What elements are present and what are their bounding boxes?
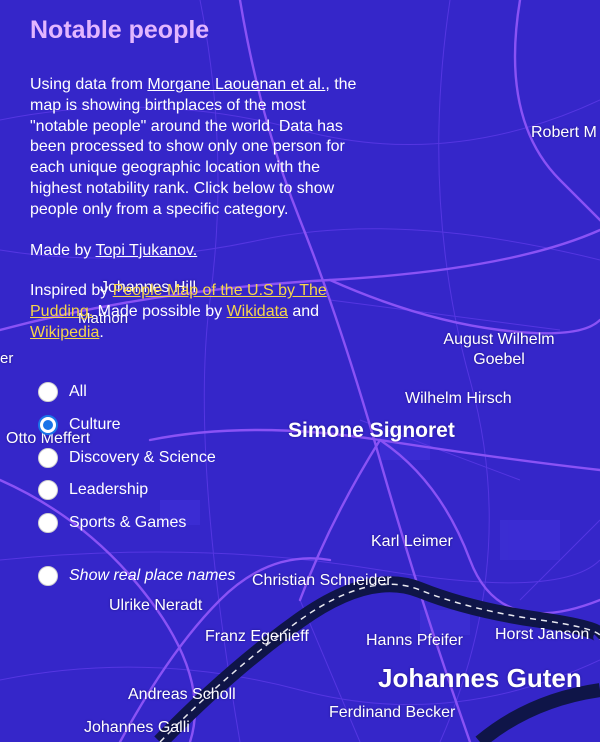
category-sports-label: Sports & Games <box>69 514 187 531</box>
category-leadership-label: Leadership <box>69 481 149 498</box>
map-label-horst-janson: Horst Janson <box>495 626 590 643</box>
source-data-link[interactable]: Morgane Laouenan et al. <box>147 76 325 93</box>
wikipedia-link[interactable]: Wikipedia <box>30 324 99 341</box>
category-culture-label: Culture <box>69 416 121 433</box>
map-label-robert: Robert M <box>531 124 597 141</box>
category-all-option[interactable]: All <box>38 382 87 402</box>
real-names-radio[interactable] <box>38 566 58 586</box>
category-leadership-radio[interactable] <box>38 480 58 500</box>
map-label-wilhelm-hirsch: Wilhelm Hirsch <box>405 390 512 407</box>
category-culture-radio[interactable] <box>38 415 58 435</box>
category-discovery-option[interactable]: Discovery & Science <box>38 448 216 468</box>
author-link[interactable]: Topi Tjukanov. <box>96 242 198 259</box>
made-by-line: Made by Topi Tjukanov. <box>30 241 360 262</box>
made-possible-text: Made possible by <box>93 303 227 321</box>
category-all-radio[interactable] <box>38 382 58 402</box>
category-leadership-option[interactable]: Leadership <box>38 480 148 500</box>
map-label-johannes-galli: Johannes Galli <box>84 719 190 736</box>
inspired-by-line: Inspired by People Map of the U.S by The… <box>30 281 360 343</box>
category-discovery-radio[interactable] <box>38 448 58 468</box>
period-text: . <box>99 323 104 341</box>
inspired-text: Inspired by <box>30 282 113 300</box>
real-names-label: Show real place names <box>69 567 236 584</box>
category-discovery-label: Discovery & Science <box>69 449 216 466</box>
panel-description: Using data from Morgane Laouenan et al.,… <box>30 75 360 221</box>
and-text: and <box>287 303 320 321</box>
map-label-christian-schneider: Christian Schneider <box>252 572 392 589</box>
map-label-johannes-gutenberg: Johannes Guten <box>378 663 582 693</box>
map-label-hanns-pfeifer: Hanns Pfeifer <box>366 632 463 649</box>
desc-text-post: , the map is showing birthplaces of the … <box>30 76 357 218</box>
info-panel: Notable people Using data from Morgane L… <box>30 16 360 344</box>
category-sports-radio[interactable] <box>38 513 58 533</box>
made-by-text: Made by <box>30 241 96 259</box>
map-label-andreas-scholl: Andreas Scholl <box>128 686 236 703</box>
map-label-karl-leimer: Karl Leimer <box>371 533 453 550</box>
wikidata-link[interactable]: Wikidata <box>227 303 288 320</box>
real-names-option[interactable]: Show real place names <box>38 566 235 586</box>
map-label-august-wilhelm-goebel: August Wilhelm Goebel <box>443 331 555 368</box>
category-all-label: All <box>69 383 87 400</box>
map-label-ferdinand-becker: Ferdinand Becker <box>329 704 456 721</box>
category-sports-option[interactable]: Sports & Games <box>38 513 186 533</box>
map-label-simone-signoret: Simone Signoret <box>288 419 455 442</box>
map-label-er: er <box>0 350 14 367</box>
map-label-franz-egenieff: Franz Egenieff <box>205 628 309 645</box>
desc-text-pre: Using data from <box>30 76 148 93</box>
map-label-ulrike-neradt: Ulrike Neradt <box>109 597 203 614</box>
category-culture-option[interactable]: Culture <box>38 415 121 435</box>
panel-title: Notable people <box>30 16 210 44</box>
